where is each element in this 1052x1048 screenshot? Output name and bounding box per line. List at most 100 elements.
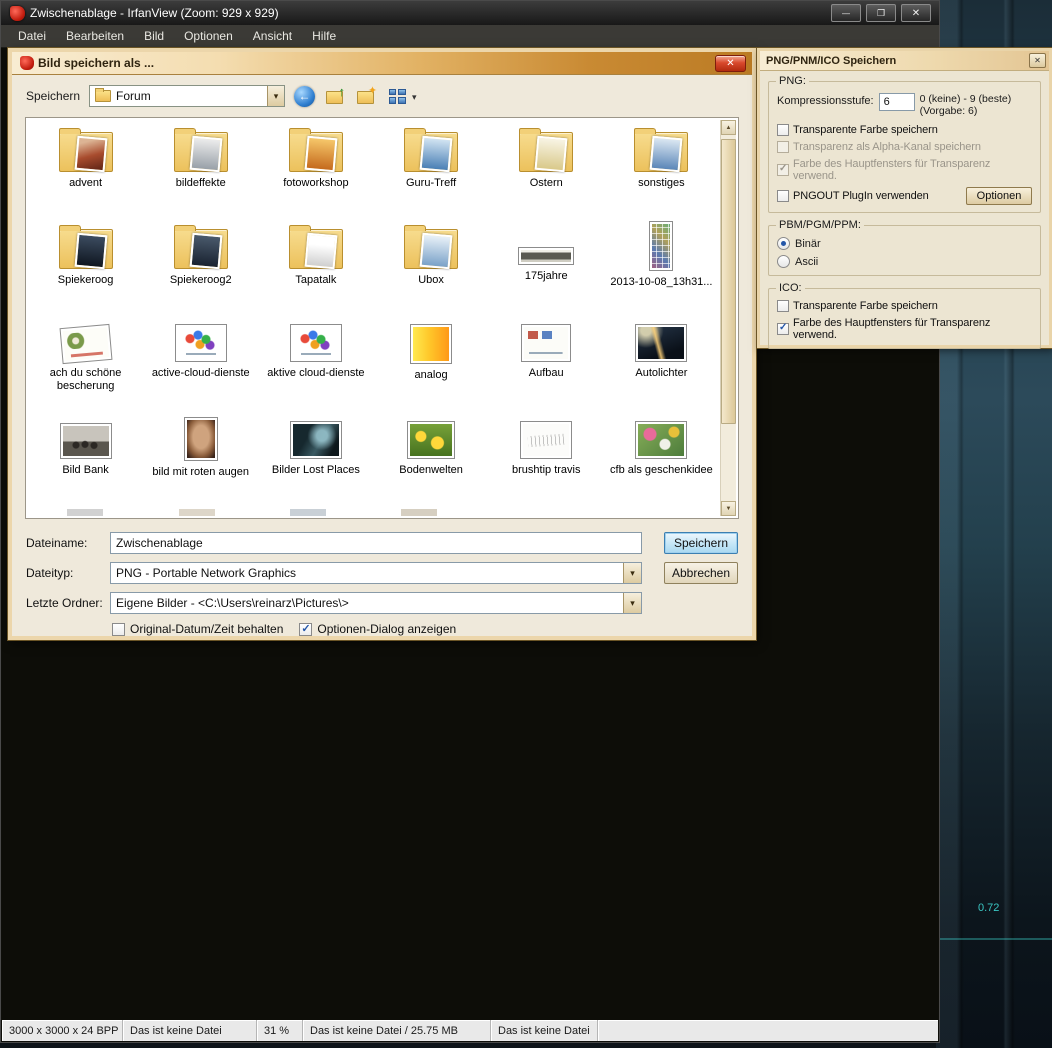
file-item[interactable]: bild mit roten augen <box>143 412 258 509</box>
scrollbar-thumb[interactable] <box>721 139 736 424</box>
file-thumbnail-icon <box>174 132 228 172</box>
hud-value: 0.72 <box>978 902 999 914</box>
scroll-down-icon[interactable] <box>721 501 736 516</box>
file-item[interactable]: Spiekeroog <box>28 218 143 315</box>
keep-date-label: Original-Datum/Zeit behalten <box>130 622 283 636</box>
show-options-checkbox[interactable]: Optionen-Dialog anzeigen <box>299 622 456 636</box>
irfanview-dialog-icon <box>20 56 34 70</box>
menu-item[interactable]: Ansicht <box>244 27 301 45</box>
scroll-up-icon[interactable] <box>721 120 736 135</box>
window-titlebar: Zwischenablage - IrfanView (Zoom: 929 x … <box>1 1 939 25</box>
file-item[interactable]: bildeffekte <box>143 121 258 218</box>
file-label: Ubox <box>373 274 488 287</box>
menu-item[interactable]: Datei <box>9 27 55 45</box>
file-item[interactable]: 175jahre <box>489 218 604 315</box>
file-label: Bodenwelten <box>373 464 488 477</box>
minimize-button[interactable] <box>831 4 861 22</box>
file-item[interactable]: Tapatalk <box>258 218 373 315</box>
file-item[interactable]: active-cloud-dienste <box>143 315 258 412</box>
close-button[interactable] <box>901 4 931 22</box>
status-size: Das ist keine Datei / 25.75 MB <box>303 1020 491 1041</box>
file-item[interactable]: Autolichter <box>604 315 719 412</box>
ico-transparent-checkbox[interactable]: Transparente Farbe speichern <box>777 300 1032 312</box>
show-options-label: Optionen-Dialog anzeigen <box>317 622 456 636</box>
file-item[interactable]: Aufbau <box>489 315 604 412</box>
file-item[interactable]: Guru-Treff <box>373 121 488 218</box>
file-item[interactable]: aktive cloud-dienste <box>258 315 373 412</box>
file-label: 2013-10-08_13h31... <box>604 276 719 289</box>
view-menu-icon[interactable] <box>386 85 408 107</box>
status-file: Das ist keine Datei <box>123 1020 257 1041</box>
maximize-button[interactable] <box>866 4 896 22</box>
vertical-scrollbar[interactable] <box>720 120 736 516</box>
save-dialog-close-icon[interactable] <box>715 55 746 72</box>
file-item[interactable]: Bodenwelten <box>373 412 488 509</box>
file-thumbnail-icon <box>407 421 455 459</box>
ico-mainwindow-color-box <box>777 323 789 335</box>
ascii-radio-button <box>777 255 790 268</box>
file-thumbnail-icon <box>289 229 343 269</box>
file-thumbnail-icon <box>59 229 113 269</box>
filetype-label: Dateityp: <box>26 566 110 580</box>
new-folder-icon[interactable] <box>355 85 377 107</box>
cancel-button[interactable]: Abbrechen <box>664 562 738 584</box>
back-icon[interactable] <box>294 86 315 107</box>
pngout-options-button[interactable]: Optionen <box>966 187 1032 205</box>
file-label: fotoworkshop <box>258 177 373 190</box>
lastfolder-caret-icon[interactable] <box>623 593 641 613</box>
ascii-radio[interactable]: Ascii <box>777 255 1032 268</box>
file-item[interactable]: Bilder Lost Places <box>258 412 373 509</box>
filetype-select[interactable]: PNG - Portable Network Graphics <box>110 562 642 584</box>
file-thumbnail-icon <box>290 324 342 362</box>
save-dialog-toolbar: Speichern Forum <box>12 75 752 117</box>
file-item[interactable]: advent <box>28 121 143 218</box>
menu-item[interactable]: Bild <box>135 27 173 45</box>
save-button[interactable]: Speichern <box>664 532 738 554</box>
pbm-group: PBM/PGM/PPM: Binär Ascii <box>768 225 1041 276</box>
show-options-checkbox-box <box>299 623 312 636</box>
filetype-caret-icon[interactable] <box>623 563 641 583</box>
hud-scanline <box>936 938 1052 940</box>
file-item[interactable]: fotoworkshop <box>258 121 373 218</box>
binary-radio[interactable]: Binär <box>777 237 1032 250</box>
file-label: Bild Bank <box>28 464 143 477</box>
menu-item[interactable]: Hilfe <box>303 27 345 45</box>
file-item[interactable]: Ubox <box>373 218 488 315</box>
views-grid-icon <box>389 89 406 104</box>
status-percent: 31 % <box>257 1020 303 1041</box>
png-dialog-close-icon[interactable] <box>1029 53 1046 68</box>
save-as-dialog: Bild speichern als ... Speichern Forum <box>8 48 756 640</box>
location-combobox[interactable]: Forum <box>89 85 285 107</box>
file-thumbnail-icon <box>519 132 573 172</box>
file-item[interactable]: sonstiges <box>604 121 719 218</box>
file-item[interactable]: analog <box>373 315 488 412</box>
view-menu-caret-icon[interactable] <box>412 89 417 103</box>
location-caret-icon[interactable] <box>267 86 284 106</box>
file-thumbnail-icon <box>59 324 112 364</box>
file-item[interactable]: Ostern <box>489 121 604 218</box>
file-list: advent bildeffekte fotoworkshop Guru-Tre… <box>28 120 719 516</box>
file-item[interactable]: 2013-10-08_13h31... <box>604 218 719 315</box>
file-item[interactable]: Spiekeroog2 <box>143 218 258 315</box>
file-label: active-cloud-dienste <box>143 367 258 380</box>
scrollbar-track[interactable] <box>721 135 736 501</box>
up-one-level-icon[interactable] <box>324 85 346 107</box>
compression-hint: 0 (keine) - 9 (beste) (Vorgabe: 6) <box>920 93 1012 117</box>
filename-input[interactable] <box>110 532 642 554</box>
file-thumbnail-icon <box>649 221 673 271</box>
file-label: ach du schöne bescherung <box>28 367 143 393</box>
png-transparent-checkbox[interactable]: Transparente Farbe speichern <box>777 124 1032 136</box>
pngout-checkbox[interactable]: PNGOUT PlugIn verwenden <box>777 190 929 202</box>
file-item[interactable]: cfb als geschenkidee <box>604 412 719 509</box>
file-item[interactable]: brushtip travis <box>489 412 604 509</box>
ico-mainwindow-color-checkbox[interactable]: Farbe des Hauptfensters für Transparenz … <box>777 317 1032 341</box>
file-item[interactable]: ach du schöne bescherung <box>28 315 143 412</box>
menu-item[interactable]: Bearbeiten <box>57 27 133 45</box>
menu-item[interactable]: Optionen <box>175 27 242 45</box>
file-item[interactable]: Bild Bank <box>28 412 143 509</box>
lastfolder-select[interactable]: Eigene Bilder - <C:\Users\reinarz\Pictur… <box>110 592 642 614</box>
compression-input[interactable] <box>879 93 915 111</box>
file-thumbnail-icon <box>635 421 687 459</box>
keep-date-checkbox[interactable]: Original-Datum/Zeit behalten <box>112 622 283 636</box>
save-dialog-titlebar: Bild speichern als ... <box>12 52 752 75</box>
